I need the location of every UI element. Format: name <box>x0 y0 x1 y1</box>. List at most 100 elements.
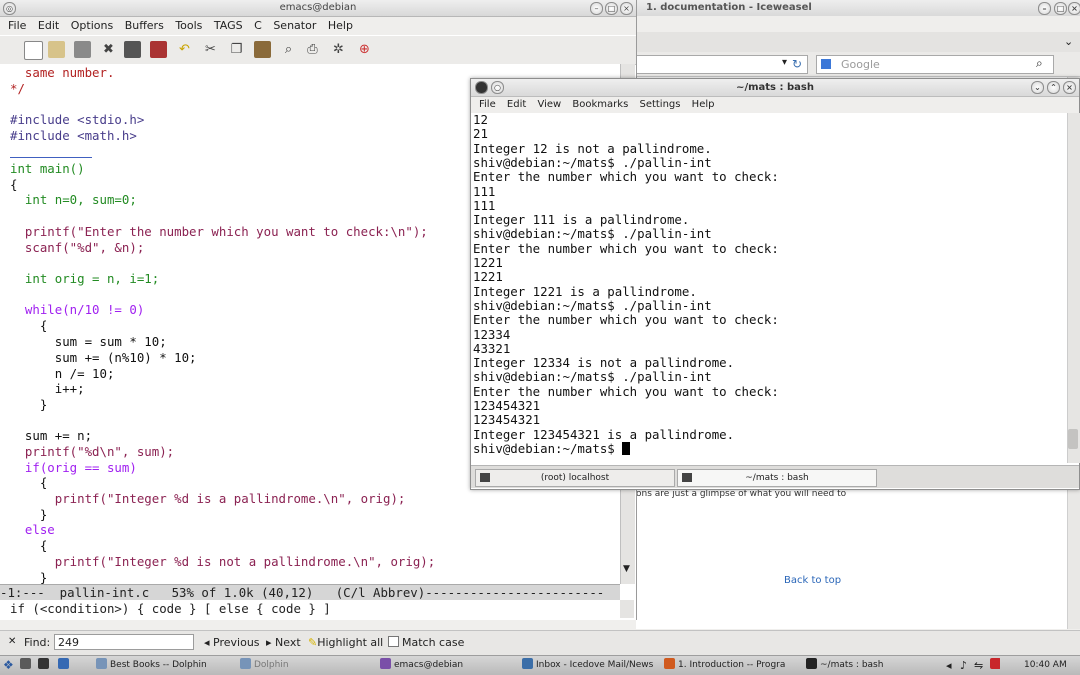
browser-title: 1. documentation - Iceweasel <box>646 2 812 13</box>
terminal-line: Integer 1221 is a pallindrome. <box>473 283 697 299</box>
terminal-output[interactable]: 12 21 Integer 12 is not a pallindrome. s… <box>473 112 1067 463</box>
save-as-icon[interactable] <box>150 41 167 58</box>
minimize-icon[interactable]: – <box>590 2 603 15</box>
emacs-icon <box>380 658 391 669</box>
task-label: 1. Introduction -- Progra <box>678 660 786 670</box>
clock[interactable]: 10:40 AM <box>1024 658 1067 673</box>
taskbar-task-icedove[interactable]: Inbox - Icedove Mail/News <box>522 658 656 673</box>
url-bar[interactable]: ▾ <box>636 55 808 74</box>
find-close-icon[interactable]: ✕ <box>8 636 16 647</box>
minimize-icon[interactable]: – <box>1038 2 1051 15</box>
tab-root-localhost[interactable]: (root) localhost <box>475 469 675 487</box>
tab-mats-bash[interactable]: ~/mats : bash <box>677 469 877 487</box>
pin-icon[interactable]: ○ <box>491 81 504 94</box>
tray-arrow-icon[interactable]: ◂ <box>946 658 952 673</box>
maximize-icon[interactable]: □ <box>1054 2 1067 15</box>
close-icon[interactable]: × <box>1068 2 1080 15</box>
code-line: else <box>10 522 55 538</box>
desktop-icon[interactable] <box>20 658 34 673</box>
code-text: { <box>10 475 48 490</box>
dired-icon[interactable] <box>74 41 91 58</box>
back-to-top-link[interactable]: Back to top <box>784 575 841 586</box>
menu-help[interactable]: Help <box>692 99 715 110</box>
menu-buffers[interactable]: Buffers <box>125 19 164 32</box>
menu-settings[interactable]: Settings <box>639 99 680 110</box>
search-icon[interactable]: ⌕ <box>280 41 297 58</box>
menu-options[interactable]: Options <box>71 19 113 32</box>
find-input[interactable]: 249 <box>54 634 194 650</box>
konsole-menubar: File Edit View Bookmarks Settings Help <box>471 97 1079 113</box>
terminal-scrollbar[interactable] <box>1067 113 1080 463</box>
taskbar-task-dolphin[interactable]: Dolphin <box>240 658 374 673</box>
volume-icon[interactable]: ♪ <box>960 658 967 673</box>
preferences-icon[interactable]: ✲ <box>330 41 347 58</box>
menu-edit[interactable]: Edit <box>507 99 526 110</box>
highlight-all-button[interactable]: ✎Highlight all <box>308 636 383 649</box>
code-line: printf("%d\n", sum); <box>10 444 174 460</box>
terminal-launcher-icon[interactable] <box>38 658 52 673</box>
konsole-app-icon[interactable] <box>475 81 488 94</box>
network-icon[interactable]: ⇋ <box>974 658 983 673</box>
code-line: printf("Integer %d is not a pallindrome.… <box>10 554 435 570</box>
menu-bookmarks[interactable]: Bookmarks <box>572 99 628 110</box>
browser-navbar: ▾ ↻ Google ⌕ <box>636 52 1080 77</box>
close-icon[interactable]: × <box>1063 81 1076 94</box>
reload-icon[interactable]: ↻ <box>792 57 802 71</box>
emacs-titlebar: ◎ emacs@debian – □ × <box>0 0 636 17</box>
code-text: int main() <box>10 161 85 176</box>
window-menu-icon[interactable]: ◎ <box>3 2 16 15</box>
terminal-line: Enter the number which you want to check… <box>473 383 779 399</box>
menu-edit[interactable]: Edit <box>38 19 59 32</box>
new-file-icon[interactable] <box>24 41 43 60</box>
find-next-button[interactable]: ▸ Next <box>266 636 301 649</box>
browser-titlebar: 1. documentation - Iceweasel – □ × <box>636 0 1080 17</box>
search-box[interactable]: Google <box>816 55 1054 74</box>
tab-list-chevron-icon[interactable]: ⌄ <box>1064 35 1073 48</box>
dropdown-icon[interactable]: ▾ <box>782 57 787 68</box>
taskbar-task-iceweasel[interactable]: 1. Introduction -- Progra <box>664 658 800 673</box>
emacs-modeline: -1:--- pallin-int.c 53% of 1.0k (40,12) … <box>0 584 620 601</box>
kde-menu-icon[interactable]: ❖ <box>3 658 14 673</box>
alert-icon[interactable] <box>990 658 1000 673</box>
search-icon[interactable]: ⌕ <box>1036 56 1043 71</box>
taskbar-task-konsole[interactable]: ~/mats : bash <box>806 658 936 673</box>
undo-icon[interactable]: ↶ <box>176 41 193 58</box>
paste-icon[interactable] <box>254 41 271 58</box>
menu-view[interactable]: View <box>537 99 561 110</box>
konsole-title: ~/mats : bash <box>736 82 814 93</box>
taskbar-task-dolphin-books[interactable]: Best Books -- Dolphin <box>96 658 236 673</box>
menu-file[interactable]: File <box>479 99 496 110</box>
terminal-line: 12334 <box>473 326 511 342</box>
browser-launcher-icon[interactable] <box>58 658 74 673</box>
close-buffer-icon[interactable]: ✖ <box>100 41 117 58</box>
cut-icon[interactable]: ✂ <box>202 41 219 58</box>
match-case-checkbox[interactable]: Match case <box>388 636 464 649</box>
konsole-tabbar: (root) localhost ~/mats : bash <box>471 465 1079 488</box>
taskbar-task-emacs[interactable]: emacs@debian <box>380 658 516 673</box>
print-icon[interactable]: ⎙ <box>304 41 321 58</box>
scroll-down-icon[interactable]: ▼ <box>623 564 630 574</box>
copy-icon[interactable]: ❐ <box>228 41 245 58</box>
open-folder-icon[interactable] <box>48 41 65 58</box>
browser-tabbar: ⌄ <box>636 32 1080 53</box>
maximize-icon[interactable]: ⌃ <box>1047 81 1060 94</box>
menu-c[interactable]: C <box>254 19 262 32</box>
terminal-scroll-thumb[interactable] <box>1068 429 1078 449</box>
red-tray-icon <box>990 658 1000 669</box>
find-previous-button[interactable]: ◂ Previous <box>204 636 260 649</box>
menu-help[interactable]: Help <box>328 19 353 32</box>
code-line: } <box>10 570 47 584</box>
minibuffer-scrollbar[interactable] <box>620 600 634 618</box>
menu-senator[interactable]: Senator <box>273 19 316 32</box>
emacs-minibuffer[interactable]: if (<condition>) { code } [ else { code … <box>0 600 620 618</box>
maximize-icon[interactable]: □ <box>605 2 618 15</box>
terminal-line: 43321 <box>473 340 511 356</box>
menu-tags[interactable]: TAGS <box>214 19 243 32</box>
save-icon[interactable] <box>124 41 141 58</box>
minimize-icon[interactable]: ⌄ <box>1031 81 1044 94</box>
code-text: #include <stdio.h> <box>10 112 145 127</box>
menu-tools[interactable]: Tools <box>175 19 202 32</box>
menu-file[interactable]: File <box>8 19 26 32</box>
help-icon[interactable]: ⊕ <box>356 41 373 58</box>
close-icon[interactable]: × <box>620 2 633 15</box>
